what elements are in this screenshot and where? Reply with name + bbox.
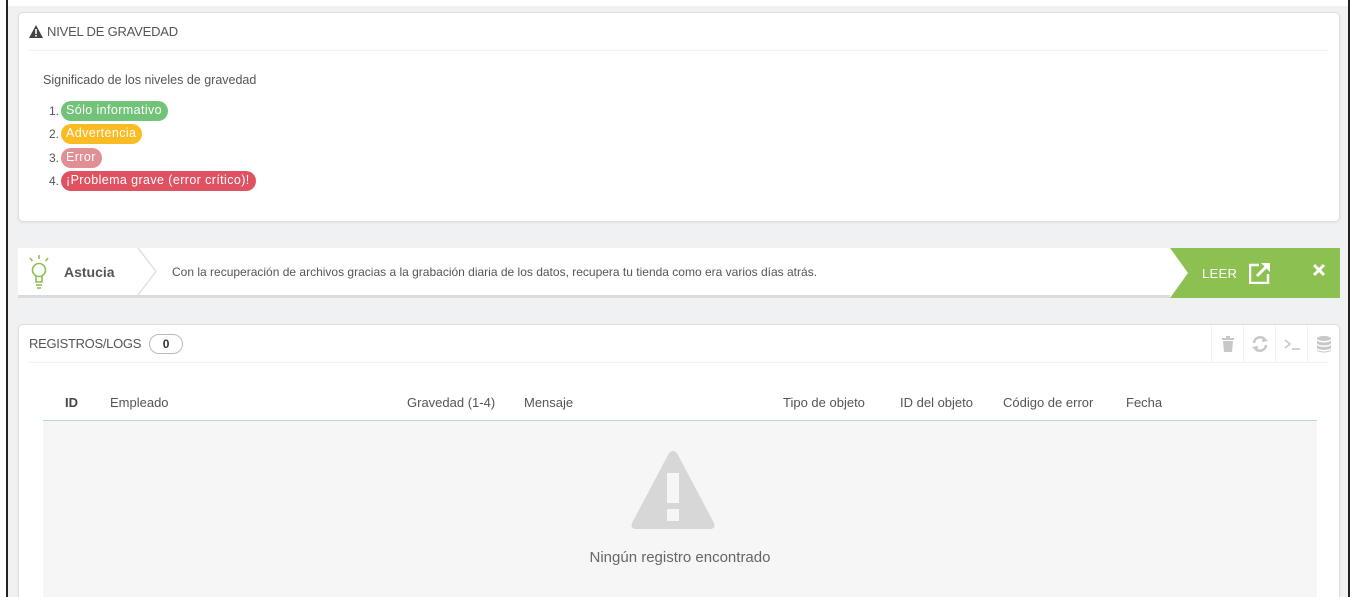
logs-count-badge: 0 xyxy=(149,333,184,354)
refresh-icon xyxy=(1251,336,1268,352)
warning-icon xyxy=(29,25,43,38)
column-employee[interactable]: Empleado xyxy=(110,395,169,410)
severity-list: 1. Sólo informativo 2. Advertencia 3. Er… xyxy=(49,99,256,193)
logs-title: REGISTROS/LOGS xyxy=(29,336,142,351)
severity-item: 3. Error xyxy=(49,146,256,170)
severity-badge-error: Error xyxy=(61,147,102,168)
logs-panel: REGISTROS/LOGS 0 ID Empleado Gravedad (1… xyxy=(18,324,1340,597)
tip-notch xyxy=(1170,248,1188,298)
read-tip-label: LEER xyxy=(1202,265,1238,281)
frame-left xyxy=(0,0,8,597)
column-object-type[interactable]: Tipo de objeto xyxy=(783,395,865,410)
warning-icon xyxy=(631,451,715,529)
frame-right xyxy=(1348,0,1353,597)
severity-panel-heading: NIVEL DE GRAVEDAD xyxy=(29,13,1329,51)
column-date[interactable]: Fecha xyxy=(1126,395,1162,410)
refresh-button[interactable] xyxy=(1243,325,1275,363)
tip-text: Con la recuperación de archivos gracias … xyxy=(172,264,818,279)
severity-number: 4. xyxy=(49,174,60,189)
read-tip-button[interactable]: LEER xyxy=(1202,248,1272,298)
severity-number: 1. xyxy=(49,103,60,118)
severity-title: NIVEL DE GRAVEDAD xyxy=(47,24,178,39)
frame-top xyxy=(8,0,1348,6)
logs-table: ID Empleado Gravedad (1-4) Mensaje Tipo … xyxy=(43,385,1317,597)
lightbulb-icon xyxy=(29,254,49,289)
empty-state-text: Ningún registro encontrado xyxy=(589,549,771,566)
severity-number: 3. xyxy=(49,150,60,165)
tip-bar: Astucia Con la recuperación de archivos … xyxy=(18,248,1340,298)
severity-number: 2. xyxy=(49,127,60,142)
external-link-icon xyxy=(1249,262,1272,284)
tip-title: Astucia xyxy=(64,263,115,280)
column-id[interactable]: ID xyxy=(65,395,78,410)
database-button[interactable] xyxy=(1307,325,1339,363)
severity-panel: NIVEL DE GRAVEDAD Significado de los niv… xyxy=(18,12,1340,222)
logs-toolbar xyxy=(1211,325,1339,363)
trash-icon xyxy=(1221,336,1234,352)
tip-read-area: LEER xyxy=(1170,248,1340,298)
severity-intro: Significado de los niveles de gravedad xyxy=(43,73,257,87)
delete-logs-button[interactable] xyxy=(1211,325,1243,363)
severity-badge-warning: Advertencia xyxy=(61,124,143,145)
logs-panel-heading: REGISTROS/LOGS 0 xyxy=(29,325,1331,363)
severity-badge-critical: ¡Problema grave (error crítico)! xyxy=(61,171,256,192)
column-message[interactable]: Mensaje xyxy=(524,395,573,410)
database-icon xyxy=(1316,336,1331,353)
logs-table-body: Ningún registro encontrado xyxy=(43,421,1317,597)
severity-item: 4. ¡Problema grave (error crítico)! xyxy=(49,170,256,194)
severity-item: 2. Advertencia xyxy=(49,123,256,147)
close-icon[interactable] xyxy=(1312,263,1326,277)
chevron-divider-icon xyxy=(137,248,157,295)
column-severity[interactable]: Gravedad (1-4) xyxy=(407,395,495,410)
terminal-icon xyxy=(1284,339,1300,350)
severity-item: 1. Sólo informativo xyxy=(49,99,256,123)
sql-query-button[interactable] xyxy=(1275,325,1307,363)
severity-badge-info: Sólo informativo xyxy=(61,100,169,121)
logs-table-header: ID Empleado Gravedad (1-4) Mensaje Tipo … xyxy=(43,385,1317,421)
column-error-code[interactable]: Código de error xyxy=(1003,395,1093,410)
column-object-id[interactable]: ID del objeto xyxy=(900,395,973,410)
